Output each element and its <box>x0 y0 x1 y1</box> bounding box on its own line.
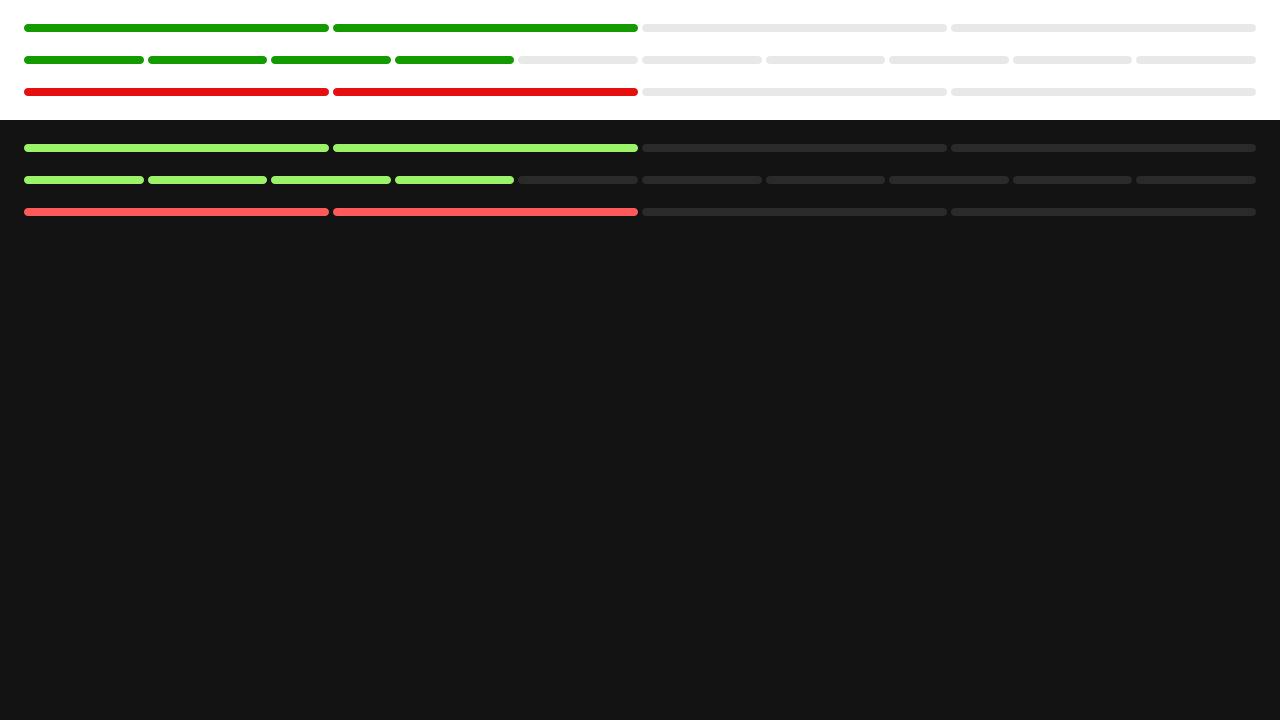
meter-segment-filled <box>24 176 144 184</box>
meter-segment-empty <box>518 176 638 184</box>
meter-segment-empty <box>765 56 886 64</box>
meter-segment-empty <box>642 24 947 32</box>
meter-segment-empty <box>951 88 1256 96</box>
meter-segment-empty <box>1012 176 1133 184</box>
meter-success-10 <box>24 56 1256 64</box>
meter-segment-empty <box>1136 176 1256 184</box>
meter-segment-empty <box>951 208 1256 216</box>
meter-error-4 <box>24 88 1256 96</box>
meter-segment-empty <box>642 208 947 216</box>
meter-segment-empty <box>889 176 1009 184</box>
light-theme-panel <box>0 0 1280 120</box>
meter-segment-filled <box>333 88 638 96</box>
meter-segment-empty <box>1012 56 1133 64</box>
meter-segment-filled <box>147 56 268 64</box>
meter-segment-empty <box>951 24 1256 32</box>
meter-segment-empty <box>765 176 886 184</box>
meter-segment-filled <box>271 176 391 184</box>
meter-segment-empty <box>951 144 1256 152</box>
meter-success-4 <box>24 144 1256 152</box>
meter-segment-filled <box>24 88 329 96</box>
meter-segment-filled <box>394 176 515 184</box>
meter-segment-filled <box>333 24 638 32</box>
meter-segment-filled <box>333 208 638 216</box>
dark-theme-panel <box>0 120 1280 720</box>
meter-segment-filled <box>24 56 144 64</box>
meter-segment-empty <box>889 56 1009 64</box>
meter-success-4 <box>24 24 1256 32</box>
meter-segment-empty <box>642 88 947 96</box>
meter-segment-empty <box>1136 56 1256 64</box>
meter-segment-filled <box>333 144 638 152</box>
meter-segment-filled <box>24 24 329 32</box>
meter-segment-filled <box>147 176 268 184</box>
meter-segment-empty <box>641 176 762 184</box>
meter-success-10 <box>24 176 1256 184</box>
meter-segment-empty <box>518 56 638 64</box>
meter-segment-filled <box>394 56 515 64</box>
meter-segment-filled <box>24 144 329 152</box>
meter-segment-empty <box>642 144 947 152</box>
meter-segment-filled <box>271 56 391 64</box>
meter-segment-empty <box>641 56 762 64</box>
meter-error-4 <box>24 208 1256 216</box>
meter-segment-filled <box>24 208 329 216</box>
